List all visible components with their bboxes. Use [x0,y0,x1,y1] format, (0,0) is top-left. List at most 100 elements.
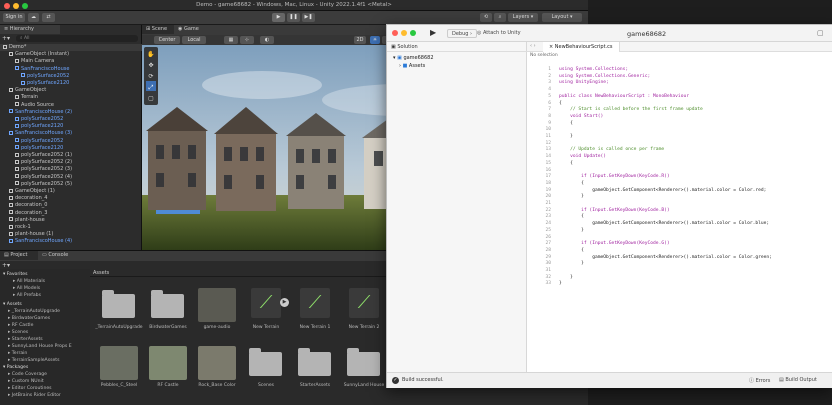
search-icon[interactable]: ⌕ [494,13,506,22]
tab-scene[interactable]: ⊞ Scene [142,25,174,34]
packages-header[interactable]: ▾ Packages [3,364,28,371]
hierarchy-item[interactable]: polySurface2052 [0,73,142,80]
tab-project[interactable]: ▤ Project [0,251,38,260]
asset-folder-item[interactable]: ▸ _TerrainAutoUpgrade [8,308,60,315]
lighting-toggle-icon[interactable]: ☀ [370,36,380,44]
hierarchy-item[interactable]: rock-1 [0,224,142,231]
cloud-icon[interactable]: ☁ [28,13,39,22]
history-icon[interactable]: ⟲ [480,13,492,22]
hierarchy-item[interactable]: SanFranciscoHouse (3) [0,130,142,137]
asset-folder-item[interactable]: ▸ Scenes [8,329,28,336]
inspector-toggle-icon[interactable]: ▢ [817,29,824,37]
code-editor[interactable]: ‹ › × NewBehaviourScript.cs No selection… [527,42,832,372]
hierarchy-item[interactable]: polySurface2052 (4) [0,174,142,181]
add-object-icon[interactable]: +▾ [2,35,14,42]
hierarchy-item[interactable]: GameObject (Instant) [0,51,142,58]
asset-item[interactable]: BirdwaterGames [145,284,191,336]
step-button[interactable]: ▶❚ [302,13,315,22]
hierarchy-item[interactable]: Audio Source [0,102,142,109]
asset-item[interactable]: ⟋ New Terrain [243,284,289,336]
favorite-item[interactable]: ▸ All Materials [13,278,45,285]
assets-header[interactable]: ▾ Assets [3,301,22,308]
hierarchy-item[interactable]: polySurface2052 (2) [0,159,142,166]
hierarchy-item[interactable]: SanFranciscoHouse (4) [0,238,142,245]
asset-item[interactable]: StarterAssets [292,342,338,394]
favorites-header[interactable]: ▾ Favorites [3,271,28,278]
asset-folder-item[interactable]: ▸ TerrainSampleAssets [8,357,60,364]
hierarchy-item[interactable]: polySurface2120 [0,80,142,87]
run-icon[interactable]: ▶ [430,28,436,37]
scheme-selector[interactable]: Debug › [447,29,478,38]
hierarchy-item[interactable]: polySurface2120 [0,123,142,130]
nav-back-icon[interactable]: ‹ › [530,43,536,49]
asset-item[interactable]: RF Castle [145,342,191,394]
hierarchy-item[interactable]: polySurface2052 (3) [0,166,142,173]
errors-button[interactable]: ⓘ Errors [749,377,770,384]
attach-to-unity-button[interactable]: ◎ Attach to Unity [477,30,521,36]
xcode-minimize-icon[interactable] [401,30,407,36]
hierarchy-item[interactable]: SanFranciscoHouse (2) [0,109,142,116]
hierarchy-item[interactable]: polySurface2120 [0,145,142,152]
scene-tool-palette[interactable]: ✋ ✥ ⟳ ⤢ ▢ [144,47,158,105]
editor-breadcrumb[interactable]: No selection [530,53,558,58]
asset-item[interactable]: SunnyLand House [341,342,387,394]
asset-item[interactable]: Scenes [243,342,289,394]
hierarchy-search-input[interactable]: ⌕ All [16,35,138,42]
hierarchy-item[interactable]: polySurface2052 [0,116,142,123]
grid-snap-icon[interactable]: ▦ [224,36,238,44]
solution-project-row[interactable]: ▾ ▣ game68682 [387,54,527,62]
hierarchy-item[interactable]: decoration_4 [0,195,142,202]
assets-folder-row[interactable]: › ■ Assets [387,62,527,70]
hierarchy-item[interactable]: plant-house (1) [0,231,142,238]
hierarchy-item[interactable]: decoration_0 [0,202,142,209]
create-asset-icon[interactable]: +▾ [2,262,14,269]
hierarchy-item[interactable]: plant-house [0,217,142,224]
zoom-window-icon[interactable] [22,3,28,9]
code-text[interactable]: 1 using System.Collections; 2 using System.… [527,67,832,367]
hierarchy-item[interactable]: polySurface2052 (1) [0,152,142,159]
space-local-dropdown[interactable]: Local [182,36,206,44]
layout-dropdown[interactable]: Layout ▾ [542,13,582,22]
minimize-window-icon[interactable] [13,3,19,9]
build-output-button[interactable]: ▤ Build Output [779,377,817,383]
asset-folder-item[interactable]: ▸ SunnyLand House Props E [8,343,72,350]
asset-folder-item[interactable]: ▸ Terrain [8,350,27,357]
collab-icon[interactable]: ⇄ [42,13,55,22]
favorite-item[interactable]: ▸ All Models [13,285,40,292]
favorite-item[interactable]: ▸ All Prefabs [13,292,41,299]
tab-console[interactable]: ▭ Console [38,251,76,260]
hierarchy-item[interactable]: Terrain [0,94,142,101]
hierarchy-item[interactable]: Main Camera [0,58,142,65]
asset-item[interactable]: Rock_Base Color [194,342,240,394]
tab-hierarchy[interactable]: ≡ Hierarchy [0,25,60,34]
hierarchy-item[interactable]: GameObject (1) [0,188,142,195]
sign-in-button[interactable]: Sign in [3,13,25,22]
layers-dropdown[interactable]: Layers ▾ [508,13,538,22]
pivot-center-dropdown[interactable]: Center [154,36,180,44]
xcode-zoom-icon[interactable] [410,30,416,36]
mode-2d-toggle[interactable]: 2D [354,36,366,44]
asset-item[interactable]: game-audio [194,284,240,336]
asset-item[interactable]: ⟋ New Terrain 1 [292,284,338,336]
hierarchy-item[interactable]: GameObject [0,87,142,94]
asset-folder-item[interactable]: ▸ BirdwaterGames [8,315,50,322]
close-window-icon[interactable] [4,3,10,9]
audio-preview-icon[interactable]: ▶ [280,298,289,307]
draw-mode-icon[interactable]: ◐ [260,36,274,44]
package-item[interactable]: ▸ JetBrains Rider Editor [8,392,61,399]
asset-item[interactable]: _TerrainAutoUpgrade [95,284,143,336]
package-item[interactable]: ▸ Custom NUnit [8,378,44,385]
asset-item[interactable]: ⟋ New Terrain 2 [341,284,387,336]
tab-game[interactable]: ◉ Game [174,25,206,34]
asset-folder-item[interactable]: ▸ StarterAssets [8,336,43,343]
asset-item[interactable]: Pebbles_C_Steel [96,342,142,394]
package-item[interactable]: ▸ Code Coverage [8,371,47,378]
solution-header[interactable]: ▣ Solution [387,42,527,52]
editor-tab[interactable]: × NewBehaviourScript.cs [543,42,620,52]
play-button[interactable]: ▶ [272,13,285,22]
hierarchy-item[interactable]: SanFranciscoHouse [0,66,142,73]
hierarchy-item[interactable]: Demo* [0,44,142,52]
pause-button[interactable]: ❚❚ [287,13,300,22]
hierarchy-item[interactable]: polySurface2052 (5) [0,181,142,188]
package-item[interactable]: ▸ Editor Coroutines [8,385,52,392]
